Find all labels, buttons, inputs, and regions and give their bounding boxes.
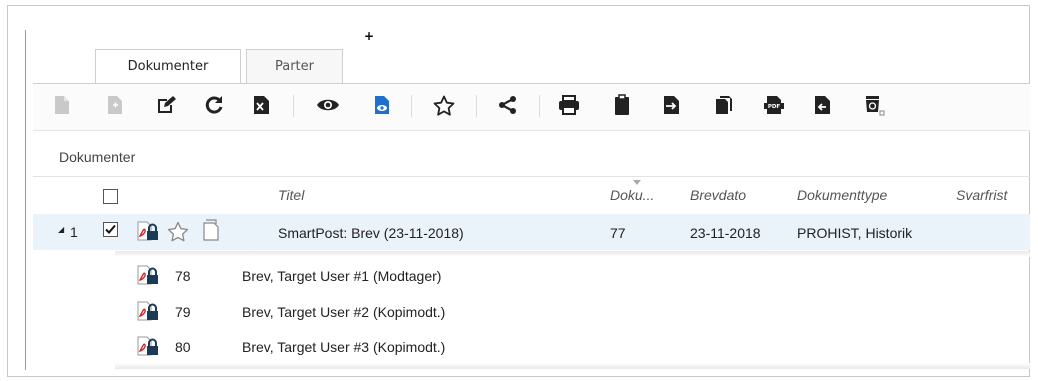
- pdf-locked-icon: [137, 221, 159, 245]
- document-copies-icon[interactable]: [202, 219, 224, 245]
- clipboard-icon[interactable]: [610, 93, 634, 117]
- column-header-brevdato[interactable]: Brevdato: [690, 187, 746, 203]
- row-number: 1: [70, 224, 78, 240]
- restore-icon[interactable]: [811, 93, 835, 117]
- column-header-titel[interactable]: Titel: [278, 187, 304, 203]
- view-icon[interactable]: [316, 93, 340, 117]
- sub-row-number: 80: [175, 339, 191, 355]
- pdf-locked-icon: [137, 336, 159, 360]
- toolbar-separator: [411, 95, 412, 117]
- row-doku: 77: [610, 225, 626, 241]
- row-brevdato: 23-11-2018: [690, 225, 761, 241]
- pdf-locked-icon: [137, 265, 159, 289]
- toolbar-separator: [476, 95, 477, 117]
- sub-list-shadow: [115, 251, 1030, 257]
- expand-collapse-icon[interactable]: ◢: [58, 225, 64, 234]
- share-icon[interactable]: [496, 93, 520, 117]
- row-dokumenttype: PROHIST, Historik: [797, 225, 913, 241]
- row-checkbox[interactable]: [103, 222, 118, 237]
- sub-row-title[interactable]: Brev, Target User #2 (Kopimodt.): [242, 304, 445, 320]
- sub-list-shadow: [115, 363, 1030, 369]
- column-header-doku[interactable]: Doku...: [610, 187, 654, 203]
- row-title[interactable]: SmartPost: Brev (23-11-2018): [278, 225, 464, 241]
- move-document-icon[interactable]: [660, 93, 684, 117]
- toolbar-separator: [539, 95, 540, 117]
- sub-row-number: 79: [175, 304, 191, 320]
- favorite-star-icon[interactable]: [167, 221, 189, 246]
- tab-parter[interactable]: Parter: [246, 49, 343, 83]
- select-all-checkbox[interactable]: [103, 189, 118, 204]
- pdf-icon[interactable]: PDF: [762, 93, 786, 117]
- favorite-star-icon[interactable]: [432, 93, 456, 117]
- excel-export-icon[interactable]: [249, 93, 273, 117]
- print-icon[interactable]: [557, 93, 581, 117]
- sub-row-number: 78: [175, 268, 191, 284]
- copy-icon[interactable]: [712, 93, 736, 117]
- sub-row-title[interactable]: Brev, Target User #3 (Kopimodt.): [242, 339, 445, 355]
- sort-indicator-icon: [633, 180, 641, 185]
- column-header-dokumenttype[interactable]: Dokumenttype: [797, 187, 887, 203]
- toolbar-separator: [293, 95, 294, 117]
- svg-text:PDF: PDF: [768, 104, 781, 110]
- section-divider: [33, 176, 1030, 177]
- pdf-locked-icon: [137, 301, 159, 325]
- new-document-icon[interactable]: [50, 93, 74, 117]
- toolbar: PDF: [33, 84, 1030, 131]
- mouse-cursor: +: [364, 29, 375, 43]
- left-border: [25, 30, 26, 370]
- preview-document-icon[interactable]: [370, 93, 394, 117]
- column-header-svarfrist[interactable]: Svarfrist: [956, 187, 1007, 203]
- tab-dokumenter[interactable]: Dokumenter: [95, 49, 241, 84]
- recycle-bin-icon[interactable]: [862, 93, 886, 117]
- section-title: Dokumenter: [59, 149, 136, 165]
- edit-icon[interactable]: [154, 93, 178, 117]
- sub-row-title[interactable]: Brev, Target User #1 (Modtager): [242, 268, 441, 284]
- new-document-disabled-icon[interactable]: [103, 93, 127, 117]
- refresh-icon[interactable]: [202, 93, 226, 117]
